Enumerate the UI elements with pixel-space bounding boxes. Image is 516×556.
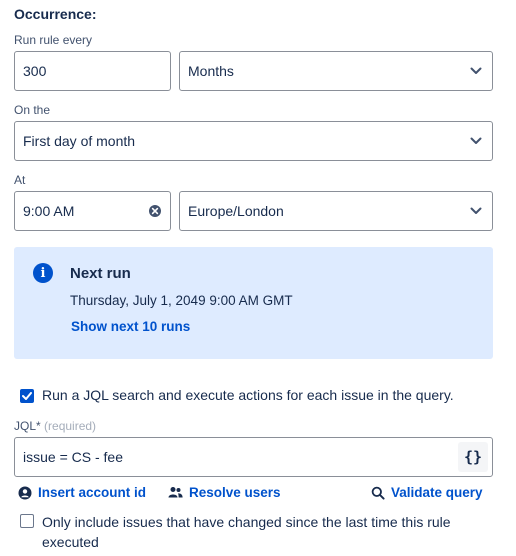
- jql-label-group: JQL* (required): [14, 419, 96, 433]
- resolve-users-label: Resolve users: [189, 485, 281, 500]
- validate-query-label: Validate query: [391, 485, 483, 500]
- chevron-down-icon: [468, 203, 484, 219]
- changed-since-label: Only include issues that have changed si…: [42, 512, 482, 552]
- resolve-users-link[interactable]: Resolve users: [168, 485, 281, 500]
- show-next-runs-link[interactable]: Show next 10 runs: [71, 319, 190, 334]
- chevron-down-icon: [468, 63, 484, 79]
- at-label: At: [14, 173, 26, 187]
- run-every-label: Run rule every: [14, 33, 93, 47]
- info-icon: i: [33, 263, 53, 283]
- next-run-panel: i Next run Thursday, July 1, 2049 9:00 A…: [14, 247, 493, 359]
- search-icon: [371, 486, 385, 500]
- validate-query-link[interactable]: Validate query: [371, 485, 483, 500]
- time-picker[interactable]: 9:00 AM: [14, 191, 171, 231]
- interval-unit-select[interactable]: Months: [179, 51, 493, 91]
- on-the-label: On the: [14, 103, 51, 117]
- timezone-value: Europe/London: [188, 203, 284, 219]
- occurrence-heading: Occurrence:: [14, 6, 97, 22]
- interval-value: 300: [23, 63, 47, 79]
- jql-search-label: Run a JQL search and execute actions for…: [42, 387, 454, 403]
- insert-account-id-link[interactable]: Insert account id: [18, 485, 146, 500]
- jql-label: JQL: [14, 419, 37, 433]
- jql-input[interactable]: issue = CS - fee {}: [14, 437, 493, 477]
- on-the-value: First day of month: [23, 133, 136, 149]
- user-circle-icon: [18, 486, 32, 499]
- users-icon: [168, 487, 183, 498]
- changed-since-checkbox[interactable]: [20, 514, 34, 528]
- interval-input[interactable]: 300: [14, 51, 171, 91]
- jql-search-checkbox[interactable]: [20, 389, 34, 403]
- required-star: *: [36, 419, 41, 433]
- on-the-select[interactable]: First day of month: [14, 121, 493, 161]
- check-icon: [22, 392, 32, 400]
- insert-account-id-label: Insert account id: [38, 485, 147, 500]
- required-hint: (required): [44, 419, 97, 433]
- changed-since-label-line2: executed: [42, 534, 99, 550]
- chevron-down-icon: [468, 133, 484, 149]
- changed-since-label-line1: Only include issues that have changed si…: [42, 514, 451, 530]
- interval-unit-value: Months: [188, 63, 234, 79]
- clear-icon[interactable]: [148, 204, 162, 218]
- next-run-title: Next run: [70, 265, 131, 282]
- time-value: 9:00 AM: [23, 203, 75, 219]
- format-query-button[interactable]: {}: [458, 442, 488, 472]
- jql-value: issue = CS - fee: [23, 449, 123, 465]
- timezone-select[interactable]: Europe/London: [179, 191, 493, 231]
- next-run-date: Thursday, July 1, 2049 9:00 AM GMT: [70, 293, 293, 308]
